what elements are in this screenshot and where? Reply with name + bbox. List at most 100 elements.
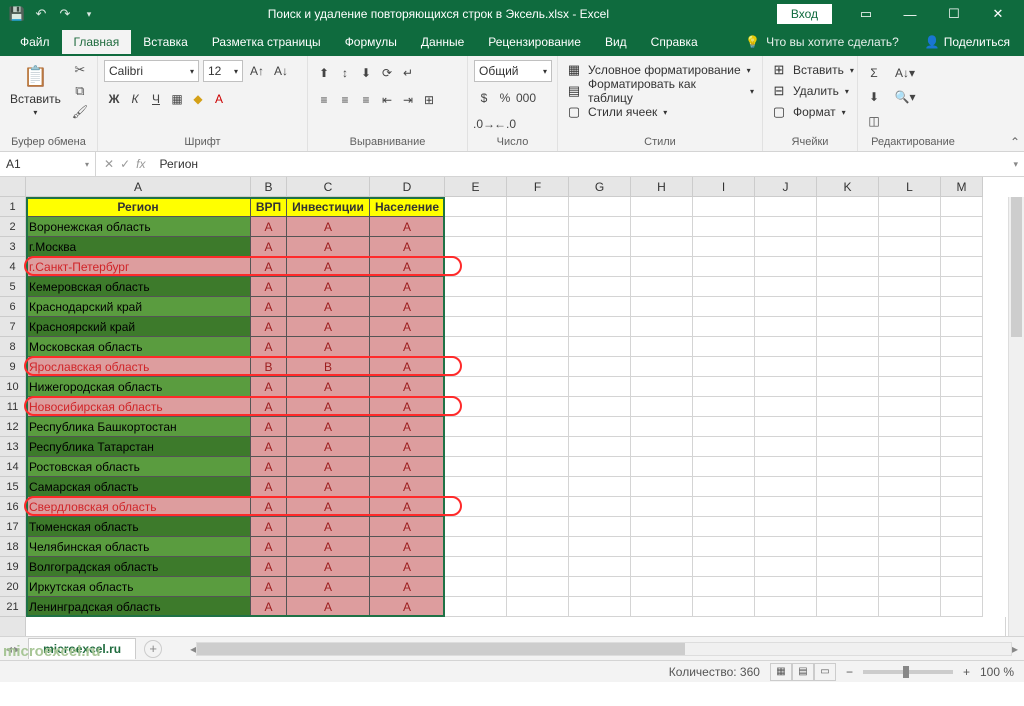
cell[interactable] xyxy=(755,257,817,277)
cell[interactable]: A xyxy=(370,277,445,297)
cell[interactable] xyxy=(755,537,817,557)
cell[interactable] xyxy=(817,277,879,297)
tell-me[interactable]: 💡 Что вы хотите сделать? xyxy=(733,35,911,49)
cell[interactable] xyxy=(693,477,755,497)
cell[interactable]: A xyxy=(287,237,370,257)
cell[interactable] xyxy=(941,257,983,277)
cell[interactable]: A xyxy=(370,517,445,537)
cell[interactable]: A xyxy=(370,237,445,257)
format-as-table-button[interactable]: ▤Форматировать как таблицу▾ xyxy=(564,81,756,101)
cell[interactable] xyxy=(569,337,631,357)
cell[interactable] xyxy=(879,297,941,317)
cell[interactable] xyxy=(569,317,631,337)
cell[interactable] xyxy=(569,397,631,417)
cell[interactable] xyxy=(569,197,631,217)
cell[interactable] xyxy=(879,517,941,537)
col-header[interactable]: I xyxy=(693,177,755,197)
cell[interactable] xyxy=(693,277,755,297)
align-middle-icon[interactable]: ↕ xyxy=(335,63,355,83)
cell[interactable] xyxy=(693,337,755,357)
cell[interactable] xyxy=(445,597,507,617)
cell[interactable] xyxy=(631,597,693,617)
cell[interactable] xyxy=(941,457,983,477)
cell[interactable] xyxy=(445,437,507,457)
cell[interactable] xyxy=(879,337,941,357)
cut-icon[interactable]: ✂ xyxy=(69,60,91,80)
cell[interactable]: A xyxy=(251,417,287,437)
cell[interactable]: A xyxy=(370,477,445,497)
cell[interactable] xyxy=(569,517,631,537)
cell[interactable] xyxy=(693,517,755,537)
col-header[interactable]: H xyxy=(631,177,693,197)
cell[interactable] xyxy=(693,317,755,337)
cell[interactable]: A xyxy=(370,217,445,237)
decrease-decimal-icon[interactable]: ←.0 xyxy=(495,114,515,134)
cell[interactable] xyxy=(941,497,983,517)
col-header[interactable]: E xyxy=(445,177,507,197)
cell[interactable] xyxy=(569,257,631,277)
cell[interactable]: A xyxy=(370,357,445,377)
cell[interactable]: A xyxy=(251,477,287,497)
cell[interactable] xyxy=(817,257,879,277)
cell[interactable] xyxy=(941,597,983,617)
page-break-icon[interactable]: ▭ xyxy=(814,663,836,681)
row-header[interactable]: 7 xyxy=(0,317,26,337)
cell[interactable] xyxy=(817,537,879,557)
cell[interactable] xyxy=(941,277,983,297)
cell[interactable] xyxy=(507,457,569,477)
cell[interactable]: A xyxy=(287,577,370,597)
cell[interactable]: A xyxy=(370,537,445,557)
increase-font-icon[interactable]: A↑ xyxy=(247,61,267,81)
tab-справка[interactable]: Справка xyxy=(639,30,710,54)
cell[interactable] xyxy=(941,557,983,577)
font-name-combo[interactable]: Calibri▾ xyxy=(104,60,199,82)
cell[interactable] xyxy=(817,457,879,477)
cell[interactable]: A xyxy=(287,457,370,477)
cell[interactable] xyxy=(631,317,693,337)
ribbon-options-icon[interactable]: ▭ xyxy=(846,0,886,28)
cell[interactable]: A xyxy=(370,417,445,437)
format-painter-icon[interactable]: 🖌 xyxy=(69,102,91,122)
decrease-font-icon[interactable]: A↓ xyxy=(271,61,291,81)
cell[interactable] xyxy=(507,417,569,437)
cell[interactable] xyxy=(631,437,693,457)
cell[interactable] xyxy=(941,397,983,417)
cell[interactable] xyxy=(941,517,983,537)
comma-icon[interactable]: 000 xyxy=(516,88,536,108)
cell[interactable] xyxy=(507,437,569,457)
cell[interactable] xyxy=(569,477,631,497)
cell[interactable]: A xyxy=(251,297,287,317)
align-center-icon[interactable]: ≡ xyxy=(335,90,355,110)
cell[interactable]: Кемеровская область xyxy=(26,277,251,297)
font-size-combo[interactable]: 12▾ xyxy=(203,60,243,82)
cell[interactable]: A xyxy=(370,597,445,617)
decrease-indent-icon[interactable]: ⇤ xyxy=(377,90,397,110)
col-header[interactable]: J xyxy=(755,177,817,197)
align-right-icon[interactable]: ≡ xyxy=(356,90,376,110)
row-header[interactable]: 5 xyxy=(0,277,26,297)
sort-filter-icon[interactable]: A↓▾ xyxy=(885,63,925,83)
cell[interactable]: A xyxy=(287,397,370,417)
cell[interactable]: г.Москва xyxy=(26,237,251,257)
cell[interactable] xyxy=(631,237,693,257)
cell[interactable] xyxy=(569,457,631,477)
cell[interactable] xyxy=(693,437,755,457)
tab-главная[interactable]: Главная xyxy=(62,30,132,54)
col-header[interactable]: K xyxy=(817,177,879,197)
cell[interactable] xyxy=(817,497,879,517)
cell[interactable] xyxy=(755,477,817,497)
cell[interactable] xyxy=(879,537,941,557)
cell[interactable] xyxy=(631,277,693,297)
cell[interactable] xyxy=(631,337,693,357)
cell[interactable]: A xyxy=(251,577,287,597)
merge-icon[interactable]: ⊞ xyxy=(419,90,439,110)
cell[interactable]: A xyxy=(251,237,287,257)
cell[interactable]: Свердловская область xyxy=(26,497,251,517)
cell[interactable] xyxy=(445,517,507,537)
cell[interactable]: A xyxy=(370,457,445,477)
vertical-scrollbar[interactable] xyxy=(1008,197,1024,636)
col-header[interactable]: L xyxy=(879,177,941,197)
col-header[interactable]: F xyxy=(507,177,569,197)
redo-icon[interactable]: ↷ xyxy=(54,3,76,25)
cell[interactable]: A xyxy=(287,537,370,557)
